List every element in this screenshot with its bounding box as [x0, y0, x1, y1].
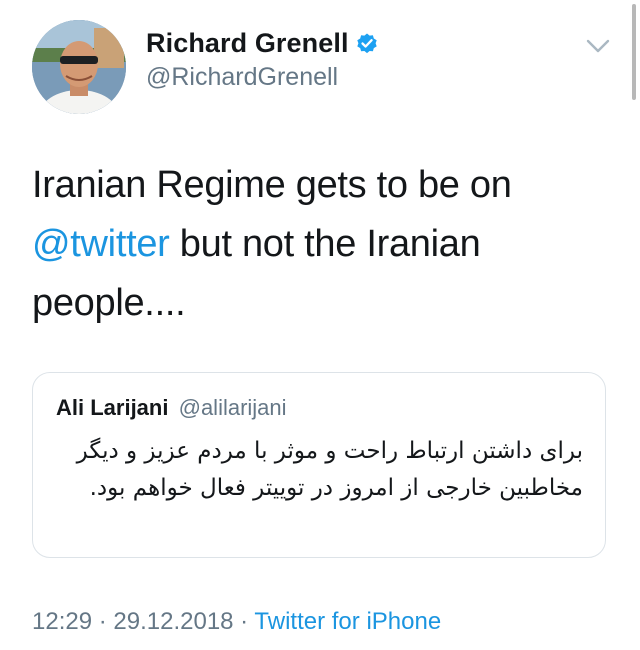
author-display-name[interactable]: Richard Grenell — [146, 28, 349, 59]
verified-badge-icon — [355, 31, 379, 55]
quoted-author-name: Ali Larijani — [56, 395, 169, 420]
meta-separator: · — [92, 608, 114, 635]
author-name-row: Richard Grenell — [146, 26, 379, 60]
quoted-author-handle: @alilarijani — [178, 395, 287, 420]
tweet-meta: 12:29 · 29.12.2018 · Twitter for iPhone — [32, 608, 441, 636]
tweet-time[interactable]: 12:29 — [32, 608, 92, 635]
tweet-text-part1: Iranian Regime gets to be on — [32, 164, 512, 206]
avatar-image — [32, 20, 126, 114]
mention-link[interactable]: @twitter — [32, 223, 170, 265]
scrollbar[interactable] — [632, 4, 636, 100]
tweet-text: Iranian Regime gets to be on @twitter bu… — [32, 156, 602, 333]
author-info[interactable]: Richard Grenell @RichardGrenell — [146, 26, 379, 92]
chevron-down-icon[interactable] — [584, 36, 612, 56]
meta-separator-2: · — [233, 608, 255, 635]
tweet-source-link[interactable]: Twitter for iPhone — [254, 608, 441, 635]
author-handle[interactable]: @RichardGrenell — [146, 63, 379, 92]
quoted-tweet-card[interactable]: Ali Larijani @alilarijani برای داشتن ارت… — [32, 372, 606, 558]
quoted-tweet-header: Ali Larijani @alilarijani — [56, 395, 287, 421]
tweet-detail: Richard Grenell @RichardGrenell Iranian … — [0, 0, 640, 650]
avatar[interactable] — [32, 20, 126, 114]
tweet-date[interactable]: 29.12.2018 — [113, 608, 233, 635]
quoted-tweet-text: برای داشتن ارتباط راحت و موثر با مردم عز… — [76, 438, 583, 501]
